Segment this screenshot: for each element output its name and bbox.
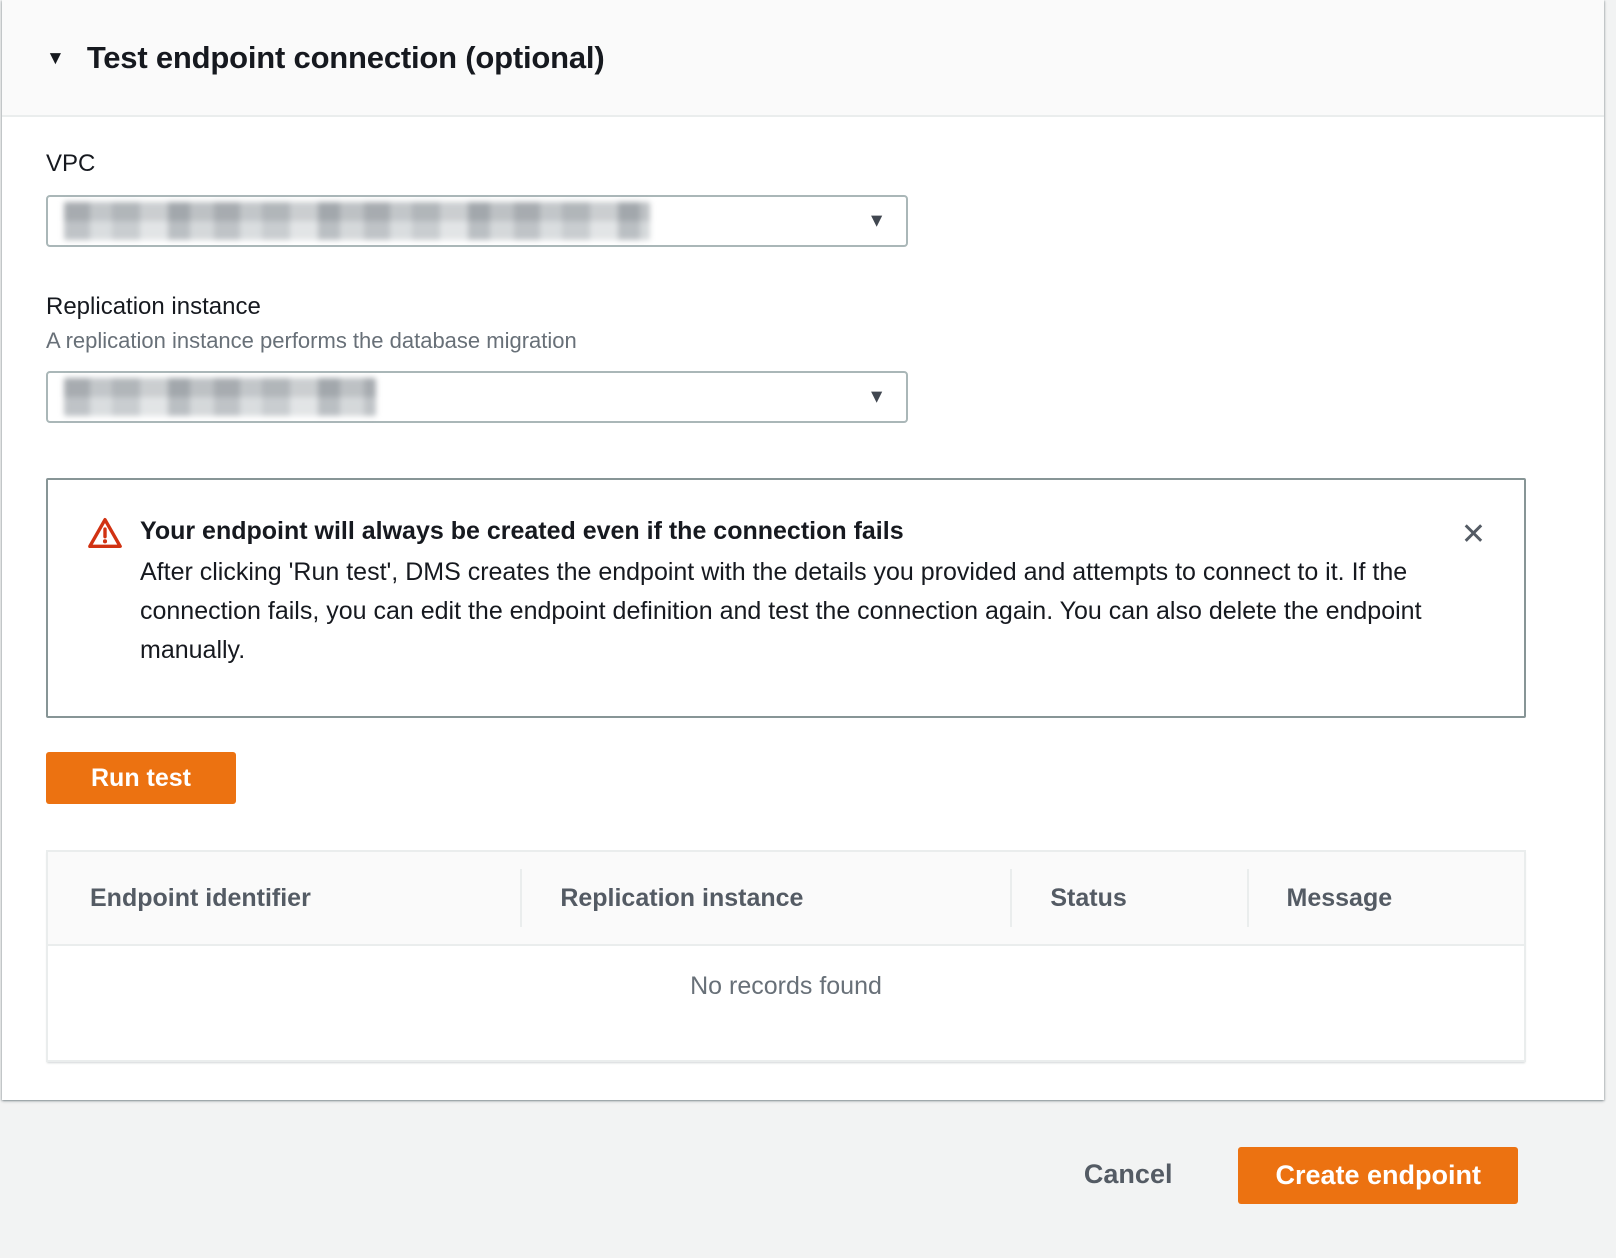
table-header-row: Endpoint identifier Replication instance… [48, 852, 1524, 946]
vpc-select[interactable]: ▼ [46, 195, 908, 247]
section-expander-header[interactable]: ▼ Test endpoint connection (optional) [2, 0, 1604, 117]
warning-body: After clicking 'Run test', DMS creates t… [140, 553, 1437, 670]
replication-instance-select[interactable]: ▼ [46, 371, 908, 423]
create-endpoint-button[interactable]: Create endpoint [1238, 1147, 1518, 1204]
warning-text: Your endpoint will always be created eve… [140, 514, 1437, 670]
replication-instance-selected-value-redacted [64, 378, 376, 416]
replication-instance-description: A replication instance performs the data… [46, 328, 1604, 354]
caret-down-icon: ▼ [867, 212, 886, 231]
vpc-selected-value-redacted [64, 202, 650, 240]
column-header-endpoint-identifier: Endpoint identifier [48, 852, 520, 944]
warning-triangle-icon [88, 517, 122, 554]
warning-dismiss-button[interactable]: ✕ [1453, 516, 1494, 554]
column-header-status: Status [1010, 852, 1246, 944]
section-title: Test endpoint connection (optional) [87, 40, 605, 76]
close-icon: ✕ [1461, 518, 1486, 551]
caret-down-icon: ▼ [46, 49, 65, 68]
connection-test-results-table: Endpoint identifier Replication instance… [46, 850, 1526, 1062]
warning-banner: Your endpoint will always be created eve… [46, 478, 1526, 718]
section-body: VPC ▼ Replication instance A replication… [2, 150, 1604, 1062]
caret-down-icon: ▼ [867, 388, 886, 407]
cancel-button[interactable]: Cancel [1076, 1147, 1181, 1202]
test-endpoint-connection-panel: ▼ Test endpoint connection (optional) VP… [2, 0, 1604, 1100]
table-empty-state: No records found [48, 946, 1524, 1060]
run-test-button[interactable]: Run test [46, 752, 236, 804]
warning-title: Your endpoint will always be created eve… [140, 514, 1437, 548]
replication-instance-label: Replication instance [46, 293, 1604, 321]
vpc-label: VPC [46, 150, 1604, 178]
column-header-replication-instance: Replication instance [520, 852, 1010, 944]
column-header-message: Message [1247, 852, 1524, 944]
form-actions-footer: Cancel Create endpoint [0, 1100, 1616, 1258]
